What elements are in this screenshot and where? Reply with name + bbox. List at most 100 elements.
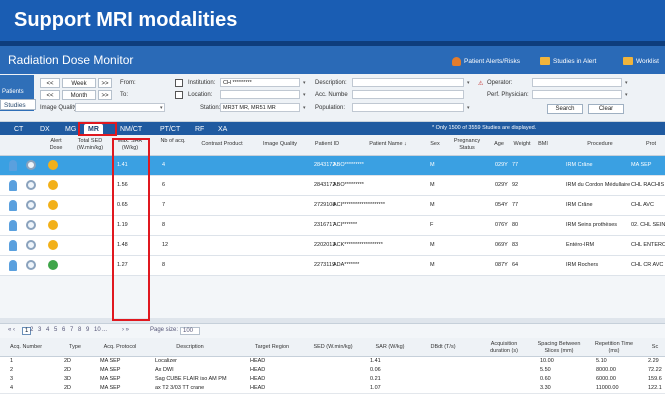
col-age[interactable]: Age: [492, 141, 506, 148]
month-prev-button[interactable]: <<: [40, 90, 60, 100]
patient-icon[interactable]: [9, 220, 17, 231]
clear-button[interactable]: Clear: [588, 104, 624, 114]
week-next-button[interactable]: >>: [98, 78, 112, 88]
col-spacing[interactable]: Spacing Between Slices (mm): [535, 341, 583, 354]
chevron-down-icon[interactable]: ▾: [625, 92, 628, 98]
acc-number-input[interactable]: [352, 90, 464, 99]
tab-ct[interactable]: CT: [14, 124, 23, 135]
search-icon[interactable]: [26, 180, 36, 190]
worklist-button[interactable]: Worklist: [623, 55, 659, 67]
col-patient-name[interactable]: Patient Name ↓: [350, 141, 426, 148]
col-target-region[interactable]: Target Region: [250, 344, 294, 351]
page-link[interactable]: 9: [86, 327, 89, 333]
calendar-icon[interactable]: [175, 79, 183, 87]
col-description[interactable]: Description: [170, 344, 210, 351]
page-link[interactable]: 8: [78, 327, 81, 333]
col-pregnancy[interactable]: Pregnancy Status: [450, 138, 484, 151]
table-row[interactable]: 1.19 8 2316717 ACI******* F 076Y 80 IRM Seins p…: [0, 216, 665, 236]
col-weight[interactable]: Weight: [510, 141, 534, 148]
col-type[interactable]: Type: [62, 344, 88, 351]
tab-nm-ct[interactable]: NM/CT: [120, 124, 142, 135]
col-acq-protocol[interactable]: Acq. Protocol: [100, 344, 140, 351]
chevron-down-icon[interactable]: ▾: [303, 105, 306, 111]
col-contrast[interactable]: Contrast Product: [192, 141, 252, 148]
page-link[interactable]: 7: [70, 327, 73, 333]
population-select[interactable]: [352, 103, 464, 112]
patient-icon[interactable]: [9, 160, 17, 171]
image-quality-select[interactable]: [75, 103, 165, 112]
col-sar[interactable]: SAR (W/kg): [370, 344, 410, 351]
search-button[interactable]: Search: [547, 104, 583, 114]
series-cell-n: 1: [10, 358, 14, 364]
series-cell-protocol: MA SEP: [100, 376, 121, 382]
tab-dx[interactable]: DX: [40, 124, 50, 135]
table-row[interactable]: 0.65 7 2729108 ACI******************** M 054Y…: [0, 196, 665, 216]
pager-next-button[interactable]: › »: [122, 327, 129, 333]
table-row[interactable]: 1.48 12 2202013 ACK****************** M 069Y 8…: [0, 236, 665, 256]
series-row[interactable]: 4 2D MA SEP ax T2 3/03 TT crane HEAD 1.07 3.30…: [0, 384, 665, 394]
search-icon[interactable]: [26, 160, 36, 170]
studies-tab[interactable]: Studies: [0, 99, 36, 110]
tab-xa[interactable]: XA: [218, 124, 227, 135]
chevron-down-icon[interactable]: ▾: [625, 80, 628, 86]
description-select[interactable]: [352, 78, 464, 87]
month-next-button[interactable]: >>: [98, 90, 112, 100]
pager-prev-button[interactable]: « ‹: [8, 327, 15, 333]
col-sed[interactable]: SED (W.min/kg): [308, 344, 358, 351]
month-button[interactable]: Month: [62, 90, 96, 100]
calendar-icon[interactable]: [175, 91, 183, 99]
col-bmi[interactable]: BMI: [536, 141, 550, 148]
table-row[interactable]: 1.27 8 2273119 ADA******* M 087Y 64 IRM Rochers…: [0, 256, 665, 276]
operator-select[interactable]: [532, 78, 622, 87]
col-prot[interactable]: Prot: [640, 141, 662, 148]
page-link[interactable]: 5: [54, 327, 57, 333]
col-alert-dose[interactable]: Alert Dose: [46, 138, 66, 151]
patient-icon[interactable]: [9, 240, 17, 251]
week-prev-button[interactable]: <<: [40, 78, 60, 88]
search-icon[interactable]: [26, 260, 36, 270]
patient-icon[interactable]: [9, 260, 17, 271]
table-row[interactable]: 1.56 6 2843172 ABO********* M 029Y 92 IRM du Co…: [0, 176, 665, 196]
patient-icon[interactable]: [9, 200, 17, 211]
page-link[interactable]: 6: [62, 327, 65, 333]
location-select[interactable]: [220, 90, 300, 99]
col-acq-number[interactable]: Acq. Number: [6, 344, 46, 351]
week-button[interactable]: Week: [62, 78, 96, 88]
patient-icon[interactable]: [9, 180, 17, 191]
tab-pt-ct[interactable]: PT/CT: [160, 124, 180, 135]
folder-icon: [623, 57, 633, 65]
search-icon[interactable]: [26, 240, 36, 250]
col-nb-acq[interactable]: Nb of acq.: [158, 138, 188, 145]
page-link[interactable]: ...: [102, 327, 107, 333]
search-icon[interactable]: [26, 220, 36, 230]
chevron-down-icon[interactable]: ▾: [303, 80, 306, 86]
studies-in-alert-button[interactable]: Studies in Alert: [540, 55, 596, 67]
institution-select[interactable]: CH *********: [220, 78, 300, 87]
chevron-down-icon[interactable]: ▾: [303, 92, 306, 98]
col-image-quality[interactable]: Image Quality: [255, 141, 305, 148]
tab-mg[interactable]: MG: [65, 124, 76, 135]
col-acq-duration[interactable]: Acquisition duration (s): [484, 341, 524, 354]
perf-physician-select[interactable]: [532, 90, 622, 99]
col-dbdt[interactable]: DBdt (T/s): [428, 344, 458, 351]
table-row[interactable]: 1.41 4 2843172 ABO********* M 029Y 77 IRM Crâne…: [0, 156, 665, 176]
col-patient-id[interactable]: Patient ID: [310, 141, 344, 148]
col-total-sed[interactable]: Total SED (W.min/kg): [72, 138, 108, 151]
chevron-down-icon[interactable]: ▾: [467, 105, 470, 111]
page-link[interactable]: 10: [94, 327, 101, 333]
chevron-down-icon[interactable]: ▾: [160, 105, 163, 111]
page-link[interactable]: 3: [38, 327, 41, 333]
col-repetition-time[interactable]: Repetition Time (ms): [592, 341, 636, 354]
page-link[interactable]: 2: [30, 327, 33, 333]
series-cell-spacing: 3.30: [540, 385, 551, 391]
search-icon[interactable]: [26, 200, 36, 210]
chevron-down-icon[interactable]: ▾: [467, 80, 470, 86]
col-procedure[interactable]: Procedure: [580, 141, 620, 148]
col-sc[interactable]: Sc: [648, 344, 662, 351]
patient-alerts-button[interactable]: Patient Alerts/Risks: [452, 55, 520, 67]
station-select[interactable]: MR3T MR, MR51 MR: [220, 103, 300, 112]
page-link[interactable]: 4: [46, 327, 49, 333]
tab-rf[interactable]: RF: [195, 124, 204, 135]
page-size-select[interactable]: 100: [180, 327, 201, 335]
col-sex[interactable]: Sex: [428, 141, 442, 148]
